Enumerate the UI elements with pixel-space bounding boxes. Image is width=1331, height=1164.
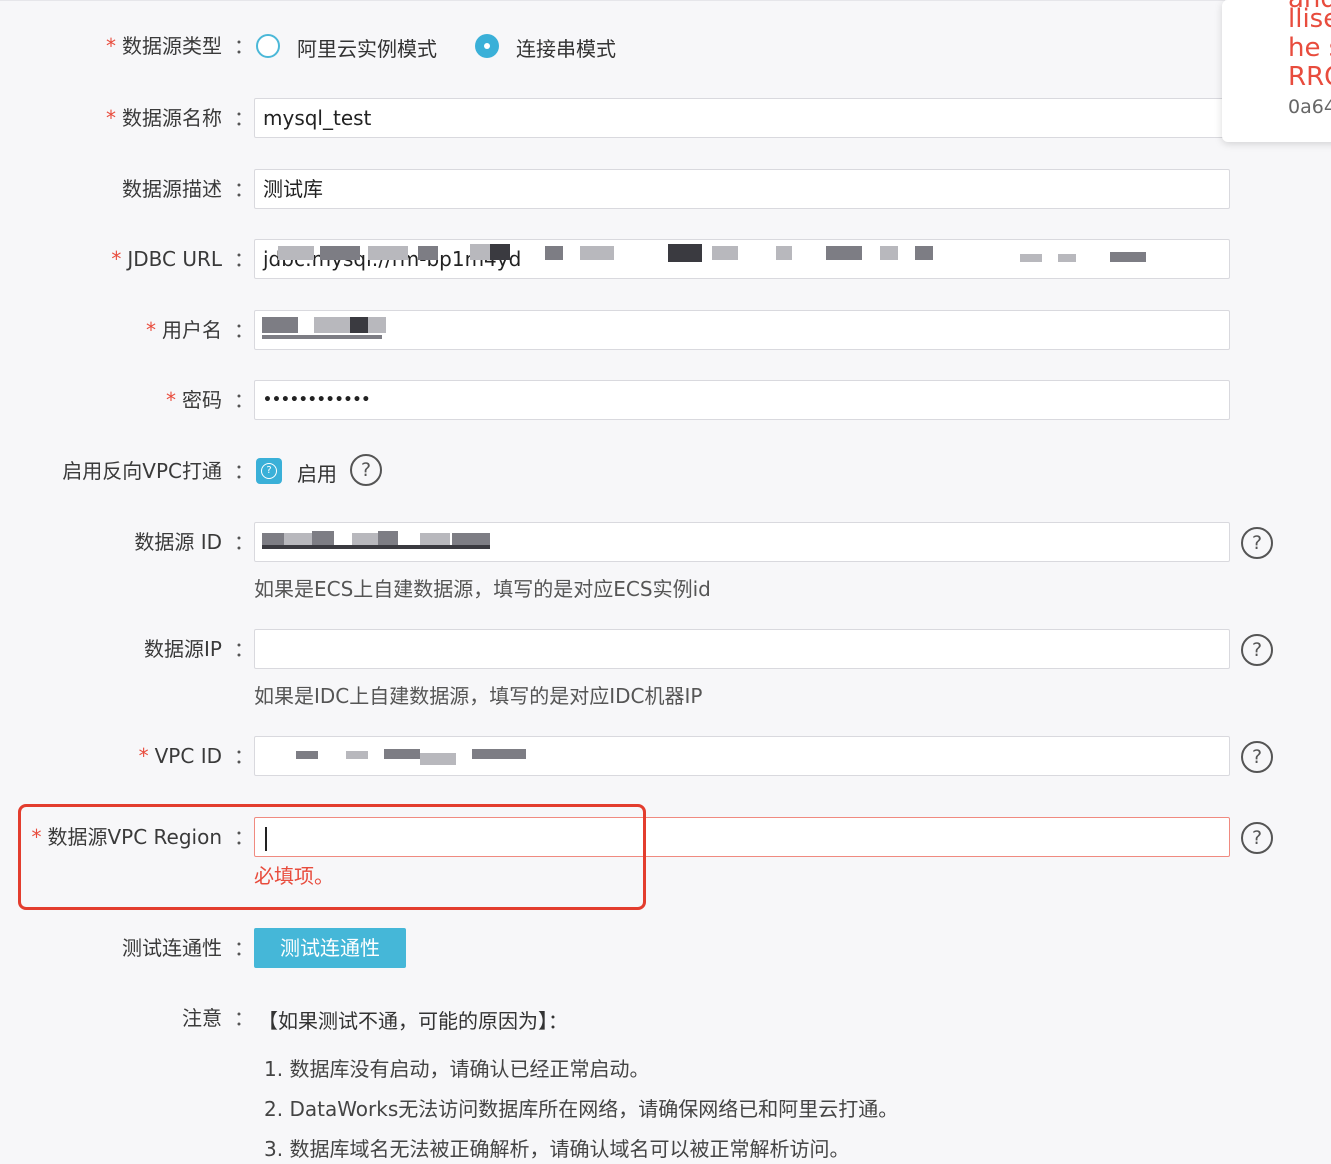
source-ip-hint: 如果是IDC上自建数据源，填写的是对应IDC机器IP	[254, 684, 703, 708]
popover-id-fragment: 0a64	[1288, 96, 1331, 118]
question-circle-icon[interactable]: ?	[1241, 527, 1273, 559]
note-item: 2. DataWorks无法访问数据库所在网络，请确保网络已和阿里云打通。	[264, 1097, 899, 1121]
form-row-source-name: * 数据源名称 ： mysql_test	[0, 97, 1244, 139]
password-input[interactable]: ••••••••••••	[254, 380, 1230, 420]
source-ip-input[interactable]	[254, 629, 1230, 669]
label-username: * 用户名	[146, 318, 222, 342]
label-source-desc: 数据源描述	[122, 177, 222, 201]
colon: ：	[234, 106, 254, 130]
question-circle-icon[interactable]: ?	[1241, 822, 1273, 854]
colon: ：	[234, 318, 254, 342]
label-test-connectivity: 测试连通性	[122, 936, 222, 960]
colon: ：	[234, 744, 254, 768]
radio-connection-string-label[interactable]: 连接串模式	[516, 33, 616, 62]
highlight-box	[18, 804, 646, 910]
label-source-ip: 数据源IP	[144, 637, 222, 661]
source-id-input[interactable]: rm-bp1m4yd	[254, 522, 1230, 562]
colon: ：	[234, 1006, 254, 1030]
source-desc-input[interactable]: 测试库	[254, 169, 1230, 209]
colon: ：	[234, 936, 254, 960]
question-circle-icon[interactable]: ?	[1241, 634, 1273, 666]
label-reverse-vpc: 启用反向VPC打通	[62, 459, 222, 483]
form-row-password: * 密码 ： ••••••••••••	[0, 379, 1230, 421]
form-row-reverse-vpc: 启用反向VPC打通 ： ? 启用 ?	[0, 450, 1230, 492]
form-row-note: 注意 ： 【如果测试不通，可能的原因为】：	[0, 997, 1230, 1039]
form-row-source-type: * 数据源类型 ： 阿里云实例模式 连接串模式	[0, 25, 1230, 67]
label-source-type: * 数据源类型	[106, 34, 222, 58]
colon: ：	[234, 388, 254, 412]
colon: ：	[234, 637, 254, 661]
colon: ：	[234, 247, 254, 271]
error-popover: and llise he s RRO 0a64	[1222, 0, 1331, 142]
reverse-vpc-checkbox-label[interactable]: 启用	[297, 458, 337, 487]
question-circle-icon[interactable]: ?	[350, 454, 382, 486]
test-connectivity-button[interactable]: 测试连通性	[254, 928, 406, 968]
colon: ：	[234, 34, 254, 58]
label-note: 注意	[182, 1006, 222, 1030]
reverse-vpc-checkbox[interactable]: ?	[256, 458, 282, 484]
username-input[interactable]: dtoper_db01	[254, 310, 1230, 350]
popover-text-line: RRO	[1288, 62, 1331, 92]
form-row-username: *用户名 ： dtoper_db01	[0, 309, 1230, 351]
top-divider	[0, 0, 1225, 1]
note-item: 1. 数据库没有启动，请确认已经正常启动。	[264, 1057, 650, 1081]
form-row-source-id: 数据源 ID ： rm-bp1m4yd ?	[0, 521, 1290, 563]
popover-text-line: he s	[1288, 33, 1331, 63]
form-row-jdbc-url: *JDBC URL ： jdbc:mysql://rm-bp1m4yd	[0, 238, 1230, 280]
form-row-source-desc: 数据源描述 ： 测试库	[0, 168, 1230, 210]
label-source-name: * 数据源名称	[106, 106, 222, 130]
radio-connection-string[interactable]	[475, 34, 499, 58]
colon: ：	[234, 177, 254, 201]
form-row-test-connectivity: 测试连通性 ： 测试连通性	[0, 927, 1230, 969]
form-row-vpc-id: *VPC ID ： vpc-bp1a7e1b01 ?	[0, 735, 1290, 777]
source-id-hint: 如果是ECS上自建数据源，填写的是对应ECS实例id	[254, 577, 711, 601]
radio-aliyun-instance-label[interactable]: 阿里云实例模式	[297, 33, 437, 62]
label-vpc-id: * VPC ID	[138, 744, 222, 768]
form-row-source-ip: 数据源IP ： ?	[0, 628, 1290, 670]
colon: ：	[234, 459, 254, 483]
label-jdbc-url: * JDBC URL	[111, 247, 222, 271]
source-name-input[interactable]: mysql_test	[254, 98, 1244, 138]
radio-aliyun-instance[interactable]	[256, 34, 280, 58]
note-title: 【如果测试不通，可能的原因为】：	[258, 1009, 568, 1033]
question-circle-icon[interactable]: ?	[1241, 741, 1273, 773]
label-source-id: 数据源 ID	[134, 530, 222, 554]
colon: ：	[234, 530, 254, 554]
label-password: * 密码	[166, 388, 222, 412]
popover-text-line: llise	[1288, 4, 1331, 34]
question-icon: ?	[261, 463, 277, 479]
note-item: 3. 数据库域名无法被正确解析，请确认域名可以被正常解析访问。	[264, 1137, 850, 1161]
